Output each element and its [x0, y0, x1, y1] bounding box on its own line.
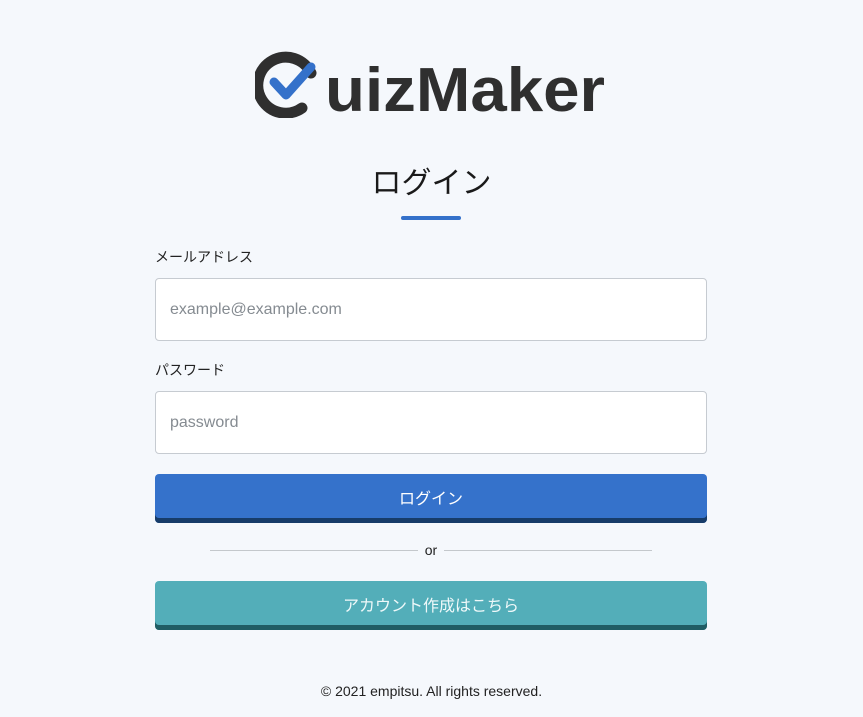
login-button[interactable]: ログイン	[155, 474, 707, 523]
divider-line-right	[444, 550, 652, 551]
page-title: ログイン	[371, 166, 492, 201]
password-field[interactable]	[155, 391, 707, 454]
divider-or-text: or	[424, 542, 438, 558]
quizmaker-logo: uizMaker	[255, 48, 607, 118]
create-account-button[interactable]: アカウント作成はこちら	[155, 581, 707, 630]
check-circle-icon	[255, 51, 317, 118]
logo-graphic: uizMaker	[255, 51, 605, 118]
logo-wordmark: uizMaker	[325, 56, 605, 118]
footer-copyright: © 2021 empitsu. All rights reserved.	[320, 683, 543, 699]
email-label: メールアドレス	[155, 250, 253, 266]
title-underline	[401, 216, 461, 220]
email-field[interactable]	[155, 278, 707, 341]
password-label: パスワード	[155, 363, 225, 379]
divider-line-left	[210, 550, 418, 551]
